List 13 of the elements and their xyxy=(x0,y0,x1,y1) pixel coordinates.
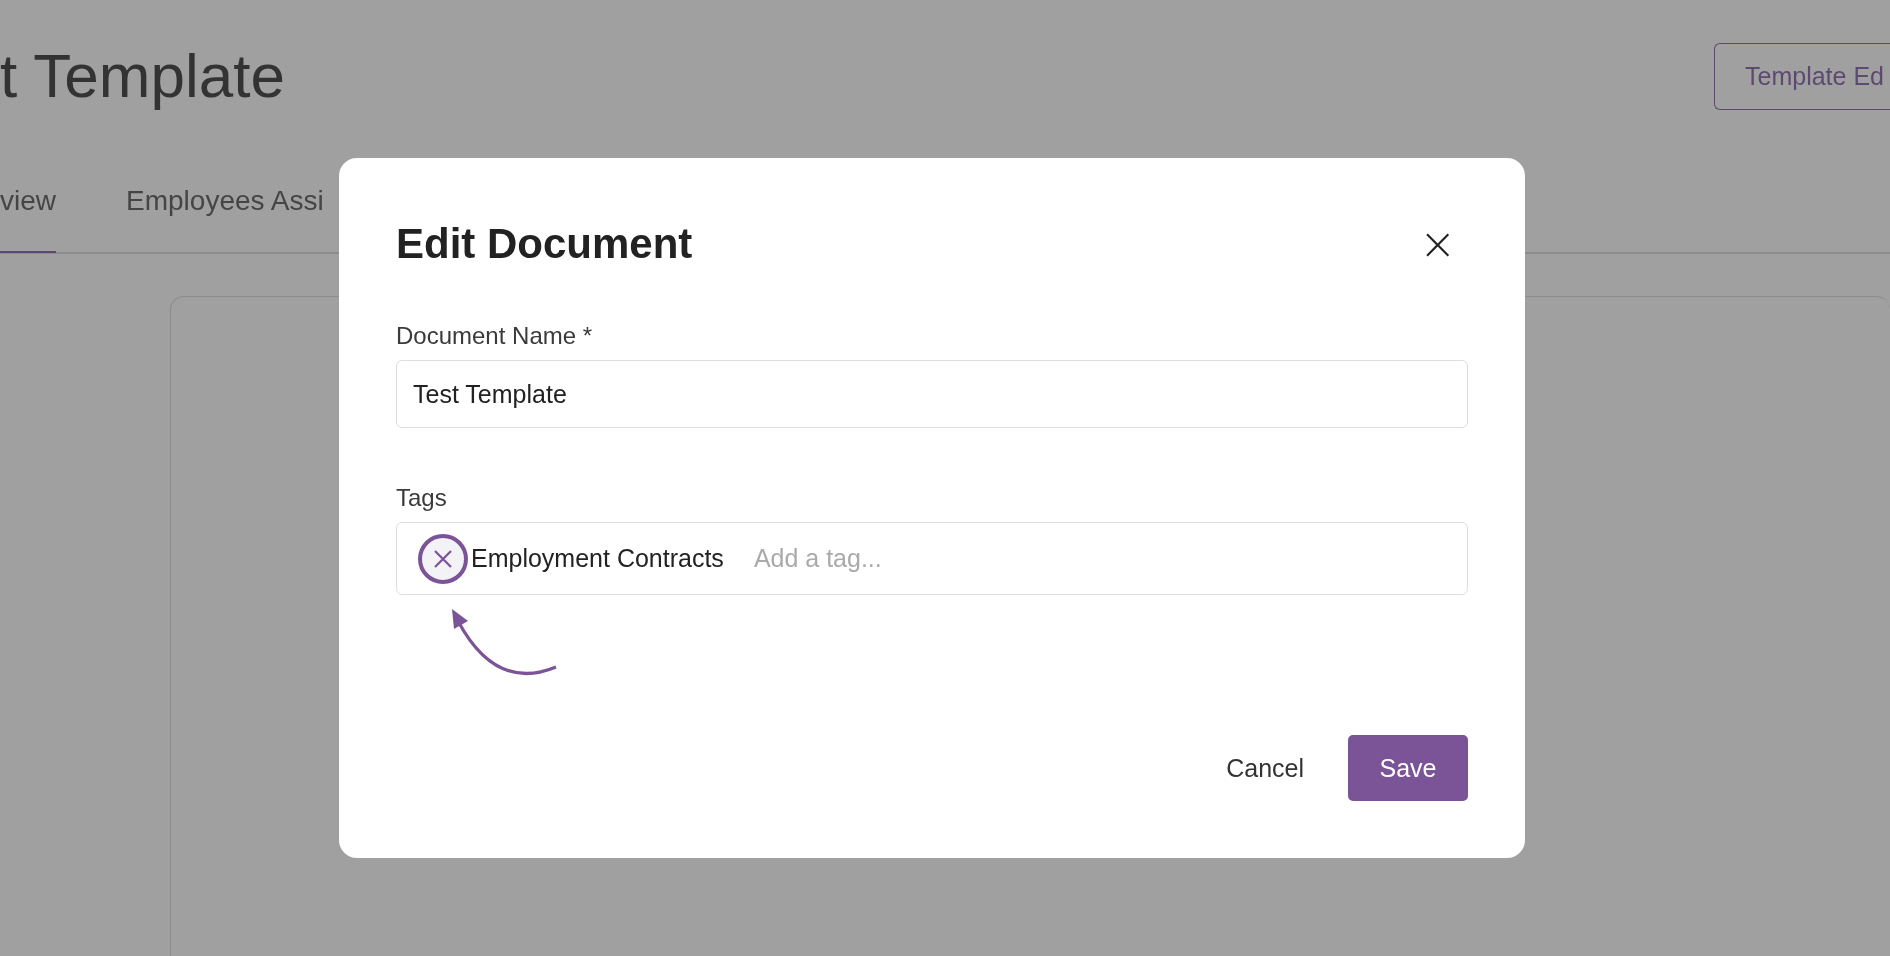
tab[interactable]: Employees Assi xyxy=(126,151,324,253)
tags-field[interactable]: Employment Contracts Add a tag... xyxy=(396,522,1468,595)
cancel-button[interactable]: Cancel xyxy=(1226,745,1304,791)
field-label: Document Name * xyxy=(396,322,594,350)
tag-label: Employment Contracts xyxy=(471,544,724,573)
modal-title: Edit Document xyxy=(396,220,693,268)
page-title: t Template xyxy=(0,39,285,111)
document-name-field[interactable]: Test Template xyxy=(396,360,1468,428)
tab[interactable]: view xyxy=(0,151,56,253)
save-button[interactable]: Save xyxy=(1348,735,1468,801)
remove-tag-icon[interactable] xyxy=(417,532,469,585)
field-label: Tags xyxy=(396,484,448,512)
close-button[interactable]: × xyxy=(1407,222,1468,266)
